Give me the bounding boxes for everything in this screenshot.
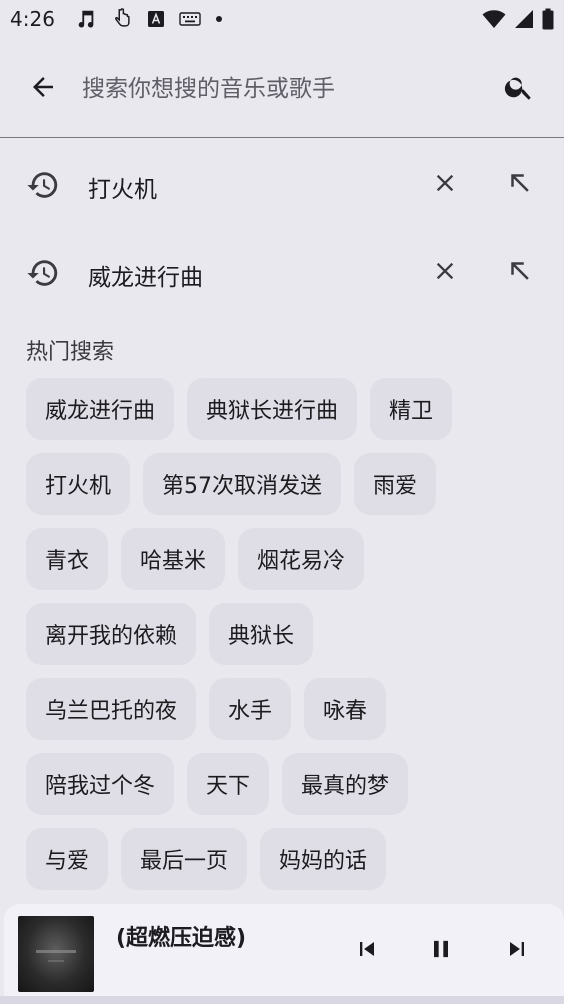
album-art-line: [48, 960, 64, 962]
status-time: 4:26: [10, 7, 55, 31]
status-bar: 4:26: [0, 0, 564, 38]
search-button[interactable]: [500, 70, 538, 108]
search-input[interactable]: [82, 68, 482, 110]
skip-next-icon: [503, 935, 531, 967]
remove-history-button[interactable]: [428, 168, 462, 202]
history-text: 打火机: [88, 177, 157, 203]
close-icon: [431, 169, 459, 201]
chip-row: 青衣 哈基米 烟花易冷: [26, 528, 546, 590]
history-icon: [26, 168, 60, 202]
signal-icon: [514, 9, 534, 29]
arrow-up-left-icon: [505, 256, 535, 290]
fill-query-button[interactable]: [502, 256, 538, 290]
pause-button[interactable]: [426, 936, 456, 966]
close-icon: [431, 257, 459, 289]
skip-previous-icon: [353, 935, 381, 967]
battery-icon: [542, 8, 554, 30]
hot-search-chip[interactable]: 打火机: [26, 453, 131, 515]
hot-search-chip[interactable]: 青衣: [26, 528, 109, 590]
chip-row: 陪我过个冬 天下 最真的梦: [26, 753, 546, 815]
mini-player[interactable]: (超燃压迫感): [4, 904, 564, 996]
hot-search-chip[interactable]: 与爱: [26, 828, 109, 890]
remove-history-button[interactable]: [428, 256, 462, 290]
hot-search-chip[interactable]: 乌兰巴托的夜: [26, 678, 197, 740]
hot-search-chip[interactable]: 典狱长: [209, 603, 314, 665]
chip-row: 乌兰巴托的夜 水手 咏春: [26, 678, 546, 740]
hot-search-chip[interactable]: 妈妈的话: [260, 828, 387, 890]
previous-button[interactable]: [352, 936, 382, 966]
touch-hand-icon: [111, 7, 133, 31]
hot-search-chip[interactable]: 天下: [187, 753, 270, 815]
chip-row: 打火机 第57次取消发送 雨爱: [26, 453, 546, 515]
arrow-left-icon: [28, 72, 58, 106]
hot-search-chip[interactable]: 典狱长进行曲: [187, 378, 358, 440]
hot-search-chip[interactable]: 最后一页: [121, 828, 248, 890]
album-art[interactable]: [18, 916, 94, 992]
hot-search-title: 热门搜索: [26, 340, 115, 365]
history-text: 威龙进行曲: [88, 265, 203, 291]
chip-row: 离开我的依赖 典狱长: [26, 603, 546, 665]
hot-search-chip[interactable]: 哈基米: [121, 528, 226, 590]
hot-search-chip[interactable]: 威龙进行曲: [26, 378, 175, 440]
hot-search-chip[interactable]: 陪我过个冬: [26, 753, 175, 815]
history-item[interactable]: 威龙进行曲: [0, 228, 564, 316]
hot-search-chip[interactable]: 水手: [209, 678, 292, 740]
hot-search-chip[interactable]: 离开我的依赖: [26, 603, 197, 665]
back-button[interactable]: [26, 72, 60, 106]
chip-row: 威龙进行曲 典狱长进行曲 精卫: [26, 378, 546, 440]
navigation-bar: [0, 996, 564, 1004]
hot-search-chips: 威龙进行曲 典狱长进行曲 精卫 打火机 第57次取消发送 雨爱 青衣 哈基米 烟…: [26, 378, 546, 903]
fill-query-button[interactable]: [502, 168, 538, 202]
hot-search-chip[interactable]: 第57次取消发送: [143, 453, 342, 515]
hot-search-chip[interactable]: 烟花易冷: [238, 528, 365, 590]
track-title[interactable]: (超燃压迫感): [116, 920, 246, 952]
history-item[interactable]: 打火机: [0, 140, 564, 228]
chip-row: 与爱 最后一页 妈妈的话: [26, 828, 546, 890]
hot-search-chip[interactable]: 精卫: [370, 378, 453, 440]
next-button[interactable]: [502, 936, 532, 966]
album-art-line: [36, 950, 76, 953]
hot-search-chip[interactable]: 咏春: [304, 678, 387, 740]
arrow-up-left-icon: [505, 168, 535, 202]
status-icons-right: [482, 8, 554, 30]
search-icon: [503, 71, 535, 107]
hot-search-chip[interactable]: 雨爱: [354, 453, 437, 515]
pause-icon: [427, 935, 455, 967]
hot-search-chip[interactable]: 最真的梦: [282, 753, 409, 815]
status-icons-left: [75, 7, 223, 31]
search-header: [0, 40, 564, 138]
music-note-icon: [75, 8, 97, 30]
history-icon: [26, 256, 60, 290]
keyboard-icon: [179, 11, 201, 27]
text-a-icon: [147, 10, 165, 28]
wifi-icon: [482, 9, 506, 29]
dot-icon: [215, 15, 223, 23]
